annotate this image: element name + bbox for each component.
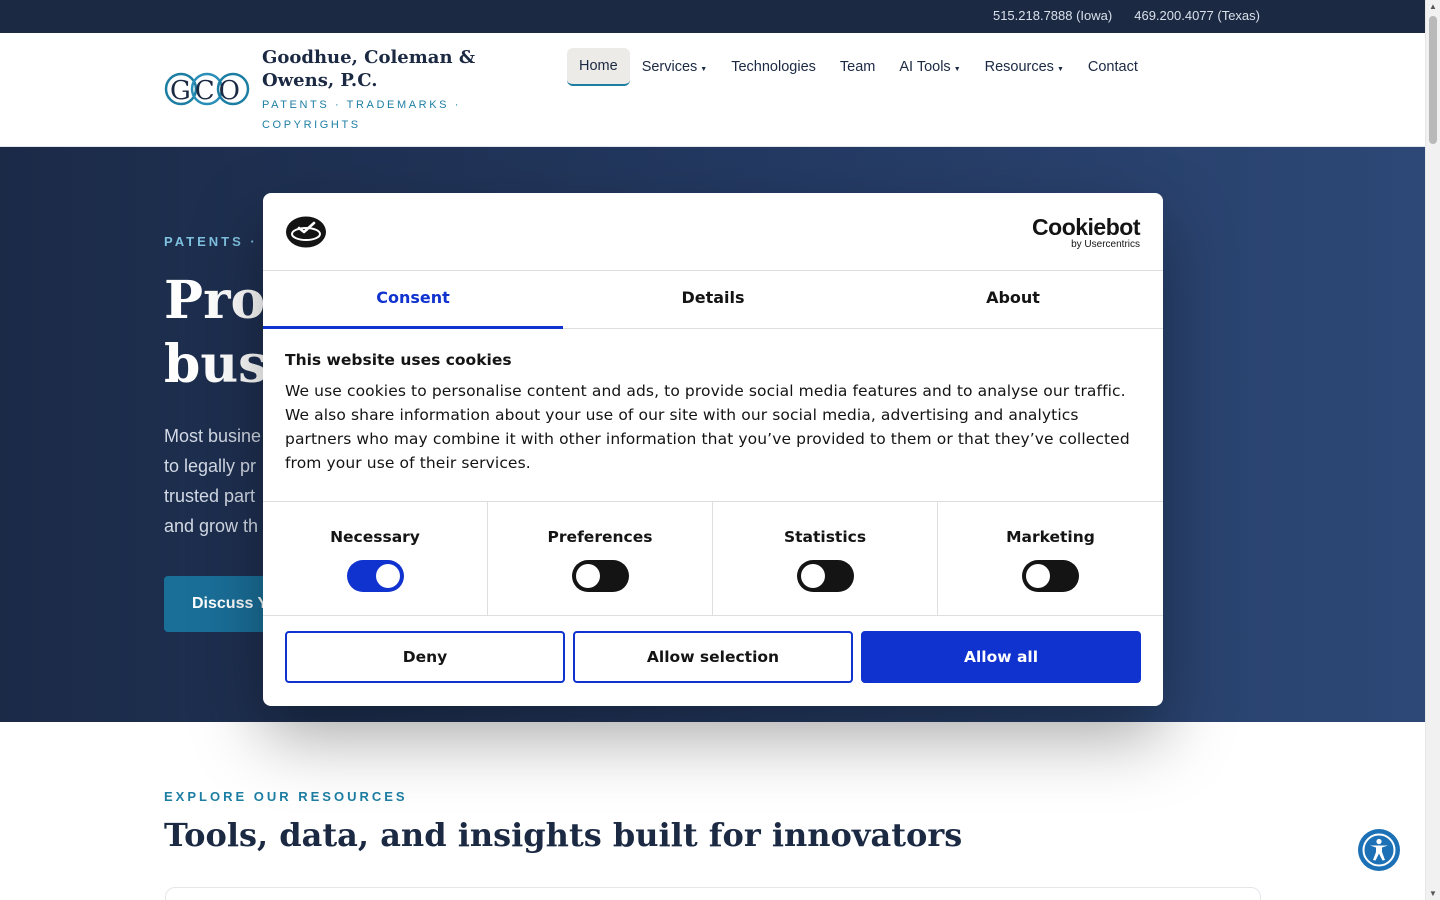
- switch-knob: [575, 564, 600, 588]
- toggle-statistics: Statistics: [713, 502, 938, 615]
- nav-contact-label: Contact: [1087, 59, 1138, 75]
- site-header: GCO Goodhue, Coleman & Owens, P.C. PATEN…: [0, 33, 1425, 147]
- dialog-buttons: Deny Allow selection Allow all: [285, 631, 1141, 683]
- caret-down-icon: ▼: [1056, 66, 1064, 73]
- nav-technologies-label: Technologies: [731, 59, 816, 75]
- nav-technologies[interactable]: Technologies: [719, 49, 828, 85]
- hero-eyebrow: PATENTS ·: [164, 234, 258, 249]
- necessary-switch[interactable]: [346, 560, 404, 592]
- scroll-up-icon[interactable]: ▲: [1429, 2, 1437, 11]
- nav-resources[interactable]: Resources ▼: [973, 49, 1076, 85]
- phone-iowa-link[interactable]: 515.218.7888 (Iowa): [993, 8, 1112, 23]
- cookiebot-logo[interactable]: Cookiebot by Usercentrics: [1032, 215, 1140, 251]
- cookiebot-name: Cookiebot: [1032, 214, 1140, 240]
- deny-button[interactable]: Deny: [285, 631, 565, 683]
- switch-knob: [375, 564, 400, 588]
- toggle-marketing-label: Marketing: [1006, 528, 1095, 546]
- nav-home-label: Home: [579, 58, 618, 74]
- toggle-statistics-label: Statistics: [783, 528, 867, 546]
- resources-title: Tools, data, and insights built for inno…: [164, 816, 963, 854]
- phone-texas-link[interactable]: 469.200.4077 (Texas): [1134, 8, 1260, 23]
- switch-knob: [800, 564, 825, 588]
- gco-logo[interactable]: GCO: [164, 71, 250, 107]
- accessibility-button[interactable]: [1358, 829, 1400, 871]
- nav-ai-tools-label: AI Tools: [899, 59, 951, 75]
- top-bar: 515.218.7888 (Iowa) 469.200.4077 (Texas): [0, 0, 1425, 33]
- toggle-preferences: Preferences: [488, 502, 713, 615]
- brand-name[interactable]: Goodhue, Coleman & Owens, P.C.: [262, 46, 552, 92]
- nav-resources-label: Resources: [984, 59, 1054, 75]
- nav-services[interactable]: Services ▼: [630, 49, 720, 85]
- resource-card[interactable]: [165, 887, 1261, 900]
- allow-selection-button[interactable]: Allow selection: [573, 631, 853, 683]
- nav-ai-tools[interactable]: AI Tools ▼: [887, 49, 972, 85]
- nav-services-label: Services: [641, 59, 698, 75]
- scroll-thumb[interactable]: [1429, 16, 1437, 144]
- dialog-description: We use cookies to personalise content an…: [285, 382, 1130, 472]
- main-nav: Home Services ▼ Technologies Team AI Tool…: [567, 48, 1150, 86]
- preferences-switch[interactable]: [571, 560, 629, 592]
- cookiebot-sub: by Usercentrics: [1071, 239, 1140, 250]
- dialog-tabs: Consent Details About: [263, 271, 1163, 329]
- marketing-switch[interactable]: [1022, 560, 1079, 592]
- toggle-marketing: Marketing: [938, 502, 1163, 615]
- tab-about[interactable]: About: [863, 271, 1163, 329]
- page-scrollbar[interactable]: ▲ ▼: [1425, 0, 1440, 900]
- caret-down-icon: ▼: [953, 66, 961, 73]
- toggle-preferences-label: Preferences: [547, 528, 653, 546]
- nav-contact[interactable]: Contact: [1076, 49, 1150, 85]
- nav-team-label: Team: [839, 59, 876, 75]
- dialog-title: This website uses cookies: [285, 351, 512, 369]
- phone-numbers: 515.218.7888 (Iowa) 469.200.4077 (Texas): [993, 8, 1260, 23]
- switch-knob: [1026, 564, 1050, 588]
- dialog-header: Cookiebot by Usercentrics: [263, 193, 1163, 271]
- toggle-necessary-label: Necessary: [330, 528, 420, 546]
- tab-consent[interactable]: Consent: [263, 271, 563, 329]
- scroll-down-icon[interactable]: ▼: [1429, 889, 1437, 898]
- statistics-switch[interactable]: [796, 560, 854, 592]
- cookie-category-toggles: Necessary Preferences Statistics Marketi…: [263, 501, 1163, 616]
- brand-tagline: PATENTS · TRADEMARKS · COPYRIGHTS: [262, 99, 461, 131]
- cookie-consent-dialog: Cookiebot by Usercentrics Consent Detail…: [263, 193, 1163, 706]
- resources-eyebrow: EXPLORE OUR RESOURCES: [164, 789, 408, 804]
- nav-team[interactable]: Team: [828, 49, 887, 85]
- caret-down-icon: ▼: [700, 66, 708, 73]
- accessibility-icon: [1362, 833, 1396, 867]
- cookie-icon: [286, 216, 326, 248]
- nav-home[interactable]: Home: [567, 48, 630, 86]
- allow-all-button[interactable]: Allow all: [861, 631, 1141, 683]
- logo-letters: GCO: [170, 76, 244, 106]
- toggle-necessary: Necessary: [263, 502, 488, 615]
- dialog-body: This website uses cookies We use cookies…: [285, 351, 1135, 475]
- tab-details[interactable]: Details: [563, 271, 863, 329]
